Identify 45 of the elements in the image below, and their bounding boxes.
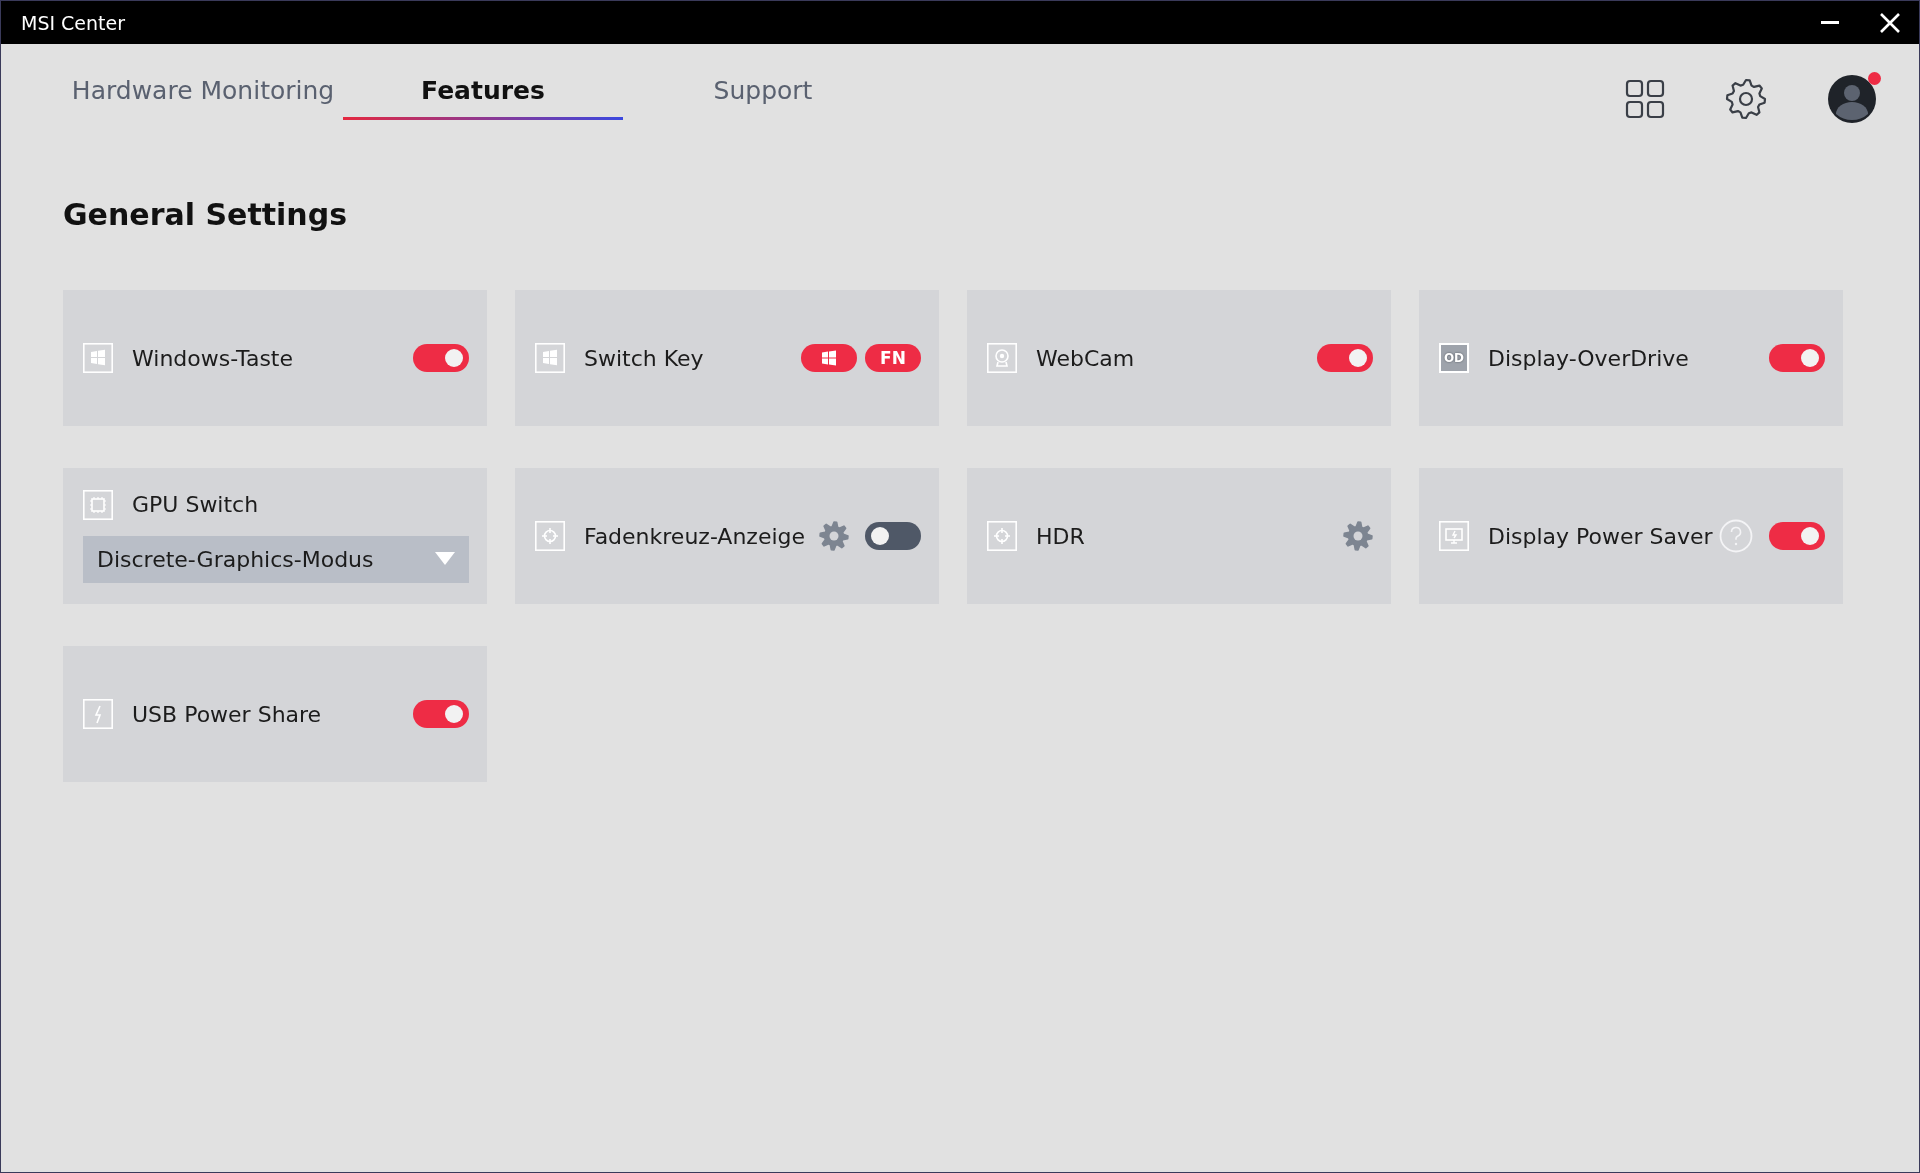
- setting-label: WebCam: [1036, 345, 1136, 371]
- chip-icon: [83, 489, 113, 520]
- webcam-icon: [987, 343, 1017, 373]
- gpu-mode-dropdown[interactable]: Discrete-Graphics-Modus: [83, 535, 469, 583]
- toggle-switch[interactable]: [413, 344, 469, 372]
- nav-tab[interactable]: Support: [623, 72, 903, 120]
- windows-logo-icon: [535, 343, 565, 373]
- toggle-switch[interactable]: [865, 522, 921, 550]
- settings-icon: [819, 521, 849, 551]
- apps-grid-button[interactable]: [1625, 79, 1665, 119]
- toggle-switch[interactable]: [413, 700, 469, 728]
- section-heading: General Settings: [63, 197, 349, 232]
- setting-label: Fadenkreuz-Anzeige: [584, 523, 807, 549]
- windows-logo-icon: [83, 343, 113, 373]
- caret-icon: [435, 552, 455, 566]
- crosshair-icon: [987, 521, 1017, 551]
- toggle-switch[interactable]: [1317, 344, 1373, 372]
- settings-icon: [1343, 521, 1373, 551]
- od-icon: OD: [1439, 343, 1469, 373]
- settings-button[interactable]: [1725, 78, 1767, 120]
- key-toggle[interactable]: [801, 344, 857, 372]
- lightning-icon: [83, 699, 113, 729]
- setting-label: USB Power Share: [132, 701, 323, 727]
- crosshair-icon: [535, 521, 565, 551]
- setting-label: GPU Switch: [132, 492, 260, 517]
- nav-tab[interactable]: Hardware Monitoring: [63, 72, 343, 120]
- setting-label: Display-OverDrive: [1488, 345, 1690, 371]
- avatar-icon: [1827, 74, 1877, 124]
- setting-label: Windows-Taste: [132, 345, 295, 371]
- toggle-switch[interactable]: [1769, 344, 1825, 372]
- setting-label: HDR: [1036, 523, 1086, 549]
- setting-label: Switch Key: [584, 345, 705, 371]
- key-toggle[interactable]: FN: [865, 344, 921, 372]
- windows-logo-icon: [821, 350, 837, 366]
- toggle-switch[interactable]: [1769, 522, 1825, 550]
- close-button[interactable]: [1879, 11, 1901, 34]
- grid-icon: [1625, 79, 1665, 119]
- monitor-icon: [1439, 521, 1469, 551]
- settings-icon: [1725, 78, 1767, 120]
- nav-tab[interactable]: Features: [343, 72, 623, 120]
- window-title: MSI Center: [21, 11, 126, 34]
- close-icon: [1879, 11, 1901, 34]
- question-mark-icon: [1719, 519, 1753, 553]
- minimize-icon: [1821, 21, 1839, 24]
- setting-label: Display Power Saver: [1488, 523, 1714, 549]
